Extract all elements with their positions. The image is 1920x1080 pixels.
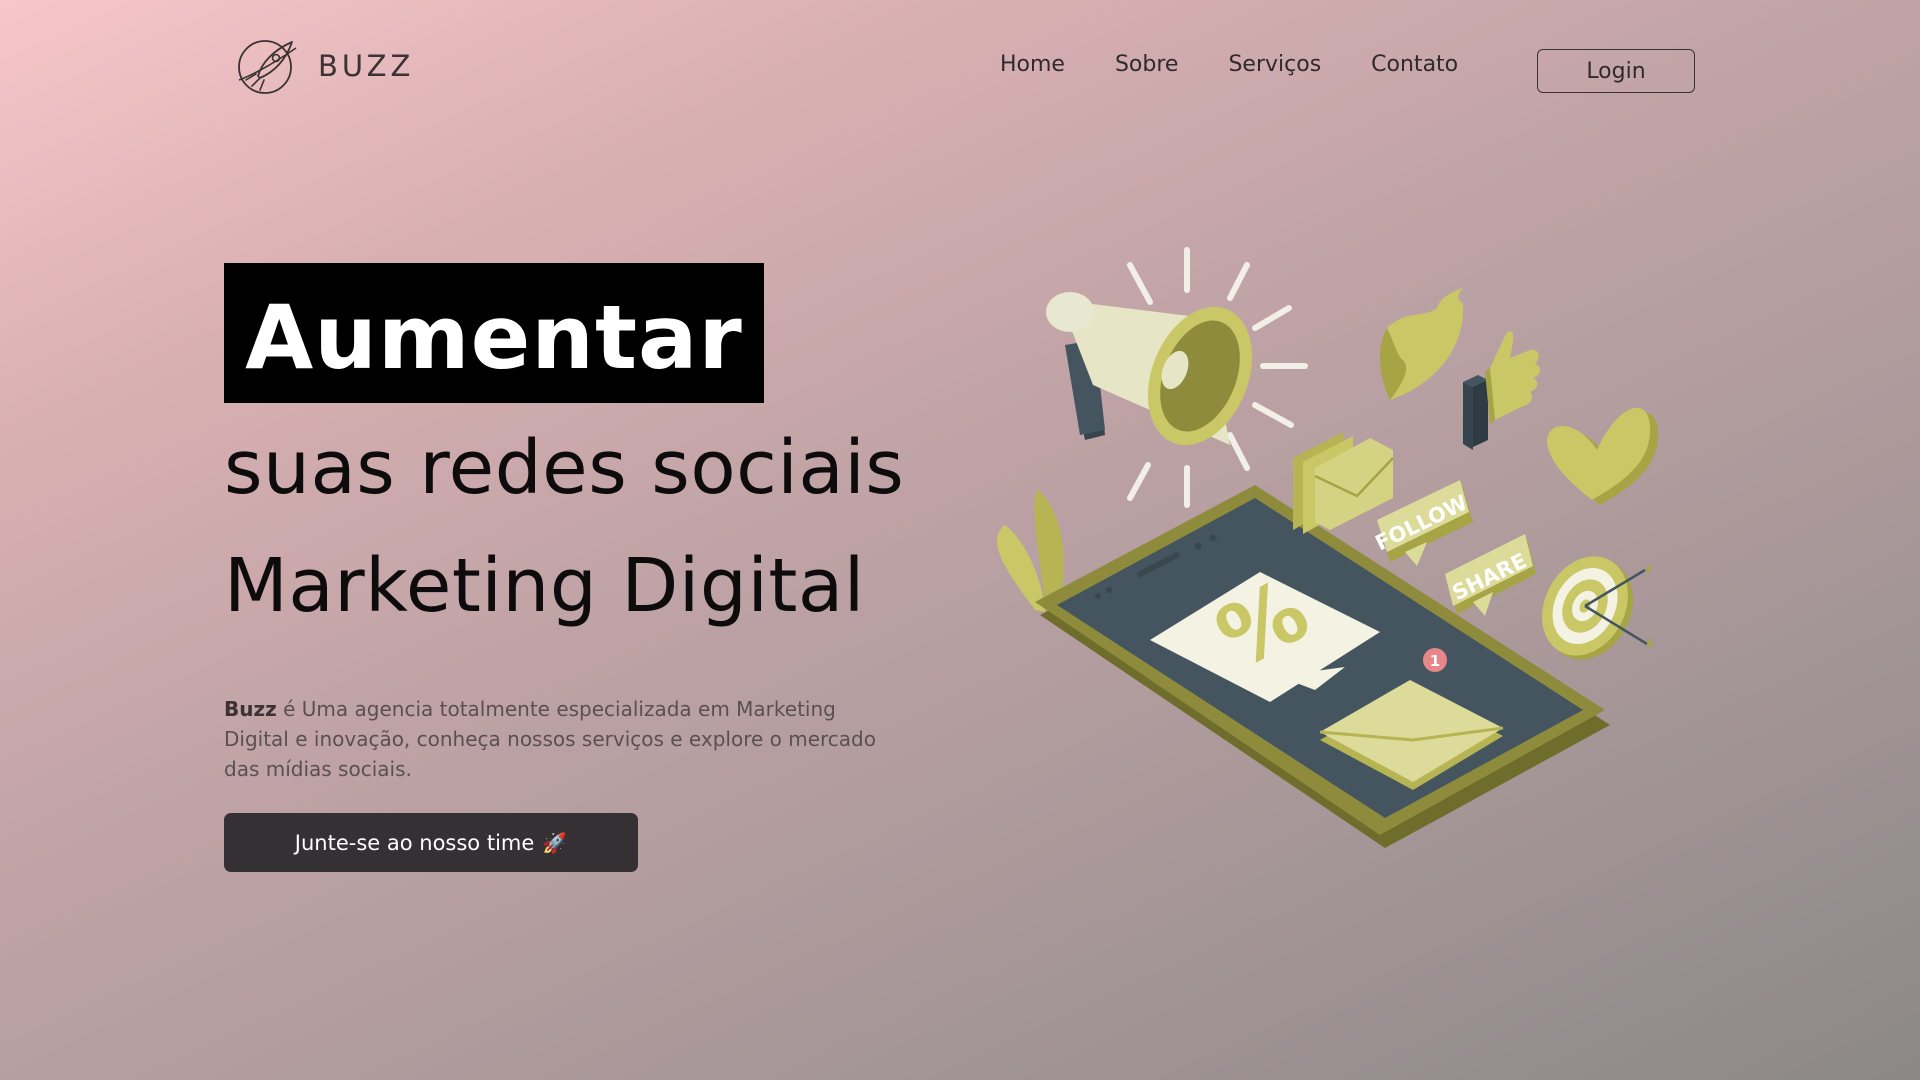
nav-link-home[interactable]: Home bbox=[1000, 52, 1065, 77]
nav-link-servicos[interactable]: Serviços bbox=[1228, 52, 1321, 77]
hero-highlight-box: Aumentar bbox=[224, 263, 764, 403]
thumbs-up-icon bbox=[1463, 331, 1541, 450]
nav-link-sobre[interactable]: Sobre bbox=[1115, 52, 1179, 77]
notification-count: 1 bbox=[1430, 652, 1440, 670]
navbar: BUZZ Home Sobre Serviços Contato Login bbox=[0, 0, 1920, 140]
hero-headline-line2: suas redes sociais bbox=[224, 425, 905, 511]
join-team-button[interactable]: Junte-se ao nosso time 🚀 bbox=[224, 813, 638, 872]
hero-headline-line3: Marketing Digital bbox=[224, 543, 865, 629]
description-brand: Buzz bbox=[224, 697, 277, 721]
hero-description: Buzz é Uma agencia totalmente especializ… bbox=[224, 694, 904, 784]
login-button[interactable]: Login bbox=[1537, 49, 1695, 93]
nav-link-contato[interactable]: Contato bbox=[1371, 52, 1458, 77]
description-text: é Uma agencia totalmente especializada e… bbox=[224, 697, 876, 781]
rocket-logo-icon bbox=[238, 40, 297, 94]
brand-logo[interactable]: BUZZ bbox=[236, 36, 414, 96]
megaphone-icon bbox=[1046, 292, 1253, 446]
main-nav: Home Sobre Serviços Contato bbox=[1000, 52, 1508, 77]
twitter-bird-icon bbox=[1379, 288, 1464, 400]
cta-label: Junte-se ao nosso time bbox=[294, 830, 535, 855]
hero-highlight-text: Aumentar bbox=[245, 285, 743, 389]
marketing-illustration: % 1 FOLLOW SHARE bbox=[996, 247, 1659, 848]
target-icon bbox=[1542, 556, 1655, 660]
rocket-emoji-icon: 🚀 bbox=[542, 830, 568, 855]
share-sign-icon: SHARE bbox=[1445, 534, 1536, 616]
brand-name: BUZZ bbox=[318, 49, 415, 83]
heart-icon bbox=[1547, 407, 1659, 505]
envelopes-stack-icon bbox=[1293, 432, 1394, 534]
